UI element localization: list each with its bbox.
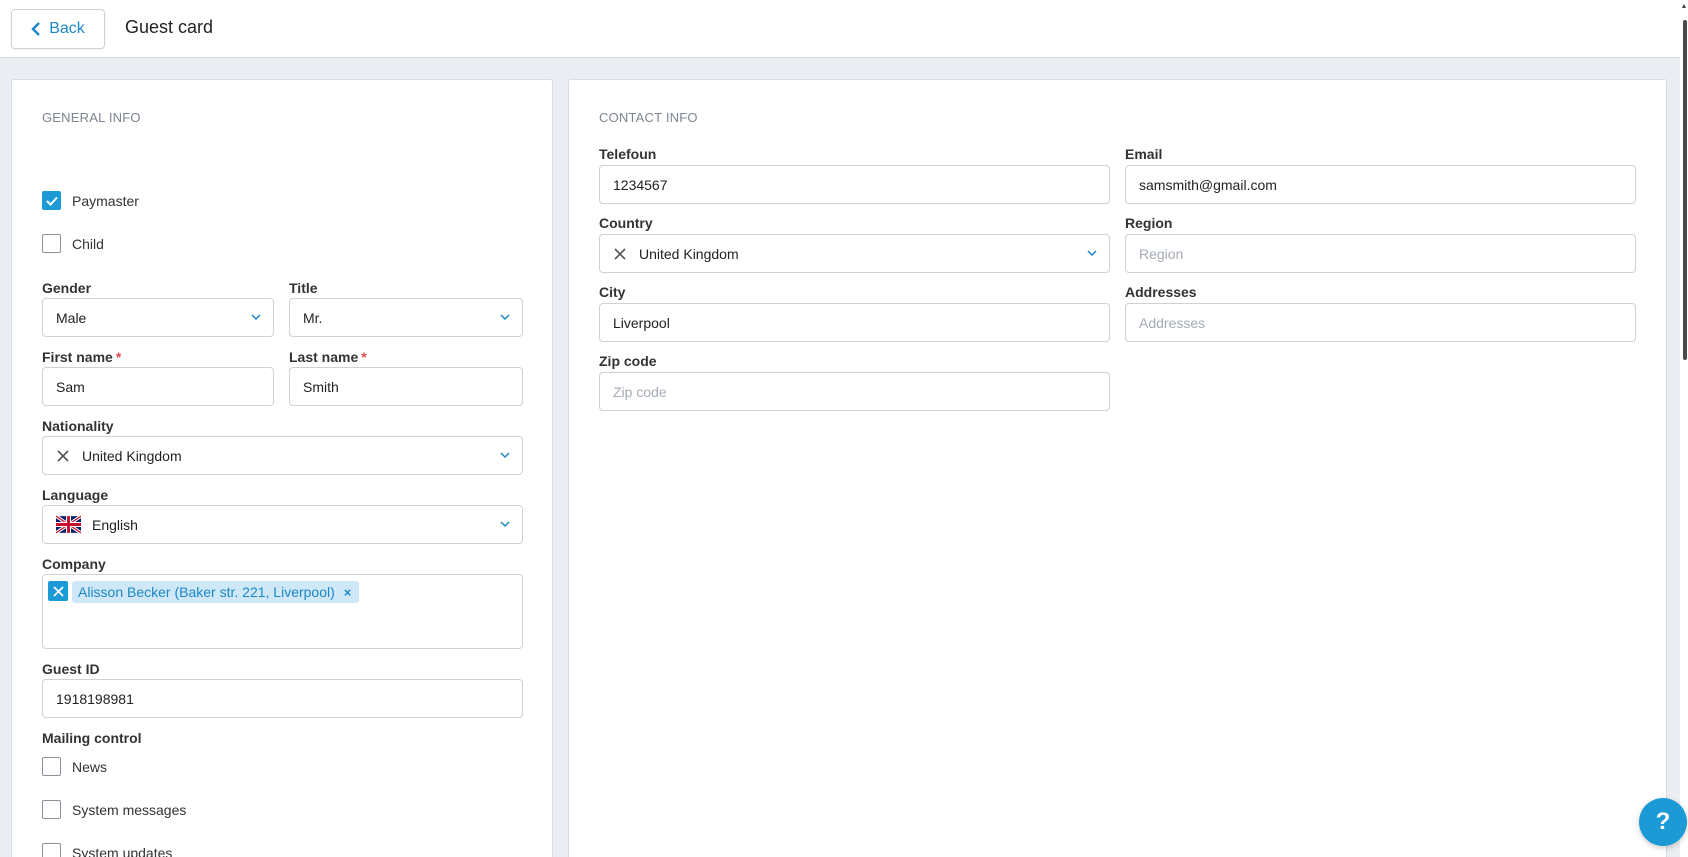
title-value: Mr.: [303, 309, 323, 326]
system-updates-checkbox[interactable]: System updates: [42, 843, 172, 857]
phone-field[interactable]: 1234567: [599, 165, 1110, 204]
question-mark-icon: ?: [1655, 808, 1671, 835]
email-field[interactable]: samsmith@gmail.com: [1125, 165, 1636, 204]
news-checkbox[interactable]: News: [42, 757, 107, 776]
nationality-label: Nationality: [42, 418, 114, 434]
gender-label: Gender: [42, 280, 92, 296]
clear-icon[interactable]: [613, 247, 627, 261]
back-button[interactable]: Back: [11, 9, 105, 49]
checkbox-unchecked-icon: [42, 843, 61, 857]
required-marker: *: [115, 349, 122, 365]
scrollbar-thumb[interactable]: [1683, 20, 1687, 360]
uk-flag-icon: [56, 515, 81, 534]
paymaster-label: Paymaster: [72, 192, 139, 209]
system-updates-label: System updates: [72, 844, 173, 857]
chevron-down-icon: [1087, 250, 1097, 257]
chevron-left-icon: [31, 22, 41, 36]
country-value: United Kingdom: [639, 245, 739, 262]
last-name-label: Last name *: [289, 349, 367, 365]
guest-id-field[interactable]: 1918198981: [42, 679, 523, 718]
general-info-title: GENERAL INFO: [42, 110, 141, 125]
checkbox-unchecked-icon: [42, 234, 61, 253]
email-label: Email: [1125, 146, 1163, 162]
language-value: English: [92, 516, 138, 533]
nationality-value: United Kingdom: [82, 447, 182, 464]
system-messages-checkbox[interactable]: System messages: [42, 800, 186, 819]
company-tag-label: Alisson Becker (Baker str. 221, Liverpoo…: [78, 584, 335, 600]
zip-code-field[interactable]: Zip code: [599, 372, 1110, 411]
general-info-panel: GENERAL INFO Paymaster Child Gender Male…: [11, 79, 553, 857]
paymaster-checkbox[interactable]: Paymaster: [42, 191, 139, 210]
contact-info-title: CONTACT INFO: [599, 110, 698, 125]
tag-remove-icon[interactable]: ×: [344, 585, 352, 600]
guest-id-label: Guest ID: [42, 661, 100, 677]
help-button[interactable]: ?: [1639, 798, 1687, 846]
city-field[interactable]: Liverpool: [599, 303, 1110, 342]
required-marker: *: [361, 349, 367, 365]
checkbox-checked-icon: [42, 191, 61, 210]
gender-value: Male: [56, 309, 87, 326]
last-name-field[interactable]: Smith: [289, 367, 523, 406]
news-label: News: [72, 758, 108, 775]
country-label: Country: [599, 215, 653, 231]
clear-all-icon[interactable]: [48, 581, 68, 601]
nationality-select[interactable]: United Kingdom: [42, 436, 523, 475]
company-label: Company: [42, 556, 106, 572]
title-label: Title: [289, 280, 318, 296]
chevron-down-icon: [251, 314, 261, 321]
region-label: Region: [1125, 215, 1173, 231]
first-name-field[interactable]: Sam: [42, 367, 274, 406]
company-tag: Alisson Becker (Baker str. 221, Liverpoo…: [72, 581, 360, 603]
zip-code-label: Zip code: [599, 353, 657, 369]
title-select[interactable]: Mr.: [289, 298, 523, 337]
addresses-label: Addresses: [1125, 284, 1197, 300]
top-bar: Back Guest card: [0, 0, 1688, 58]
clear-icon[interactable]: [56, 449, 70, 463]
back-button-label: Back: [49, 20, 85, 37]
company-multiselect[interactable]: Alisson Becker (Baker str. 221, Liverpoo…: [42, 574, 523, 649]
language-label: Language: [42, 487, 109, 503]
addresses-field[interactable]: Addresses: [1125, 303, 1636, 342]
checkbox-unchecked-icon: [42, 757, 61, 776]
region-field[interactable]: Region: [1125, 234, 1636, 273]
page-scrollbar[interactable]: ▲: [1680, 0, 1688, 857]
chevron-down-icon: [500, 314, 510, 321]
language-select[interactable]: English: [42, 505, 523, 544]
contact-info-panel: CONTACT INFO Telefoun 1234567 Email sams…: [568, 79, 1667, 857]
child-checkbox[interactable]: Child: [42, 234, 104, 253]
country-select[interactable]: United Kingdom: [599, 234, 1110, 273]
gender-select[interactable]: Male: [42, 298, 274, 337]
scroll-up-arrow-icon[interactable]: ▲: [1680, 3, 1688, 11]
page-title: Guest card: [125, 17, 214, 37]
system-messages-label: System messages: [72, 801, 187, 818]
city-label: City: [599, 284, 626, 300]
chevron-down-icon: [500, 521, 510, 528]
mailing-control-label: Mailing control: [42, 730, 142, 746]
phone-label: Telefoun: [599, 146, 657, 162]
first-name-label: First name *: [42, 349, 122, 365]
chevron-down-icon: [500, 452, 510, 459]
checkbox-unchecked-icon: [42, 800, 61, 819]
child-label: Child: [72, 235, 104, 252]
